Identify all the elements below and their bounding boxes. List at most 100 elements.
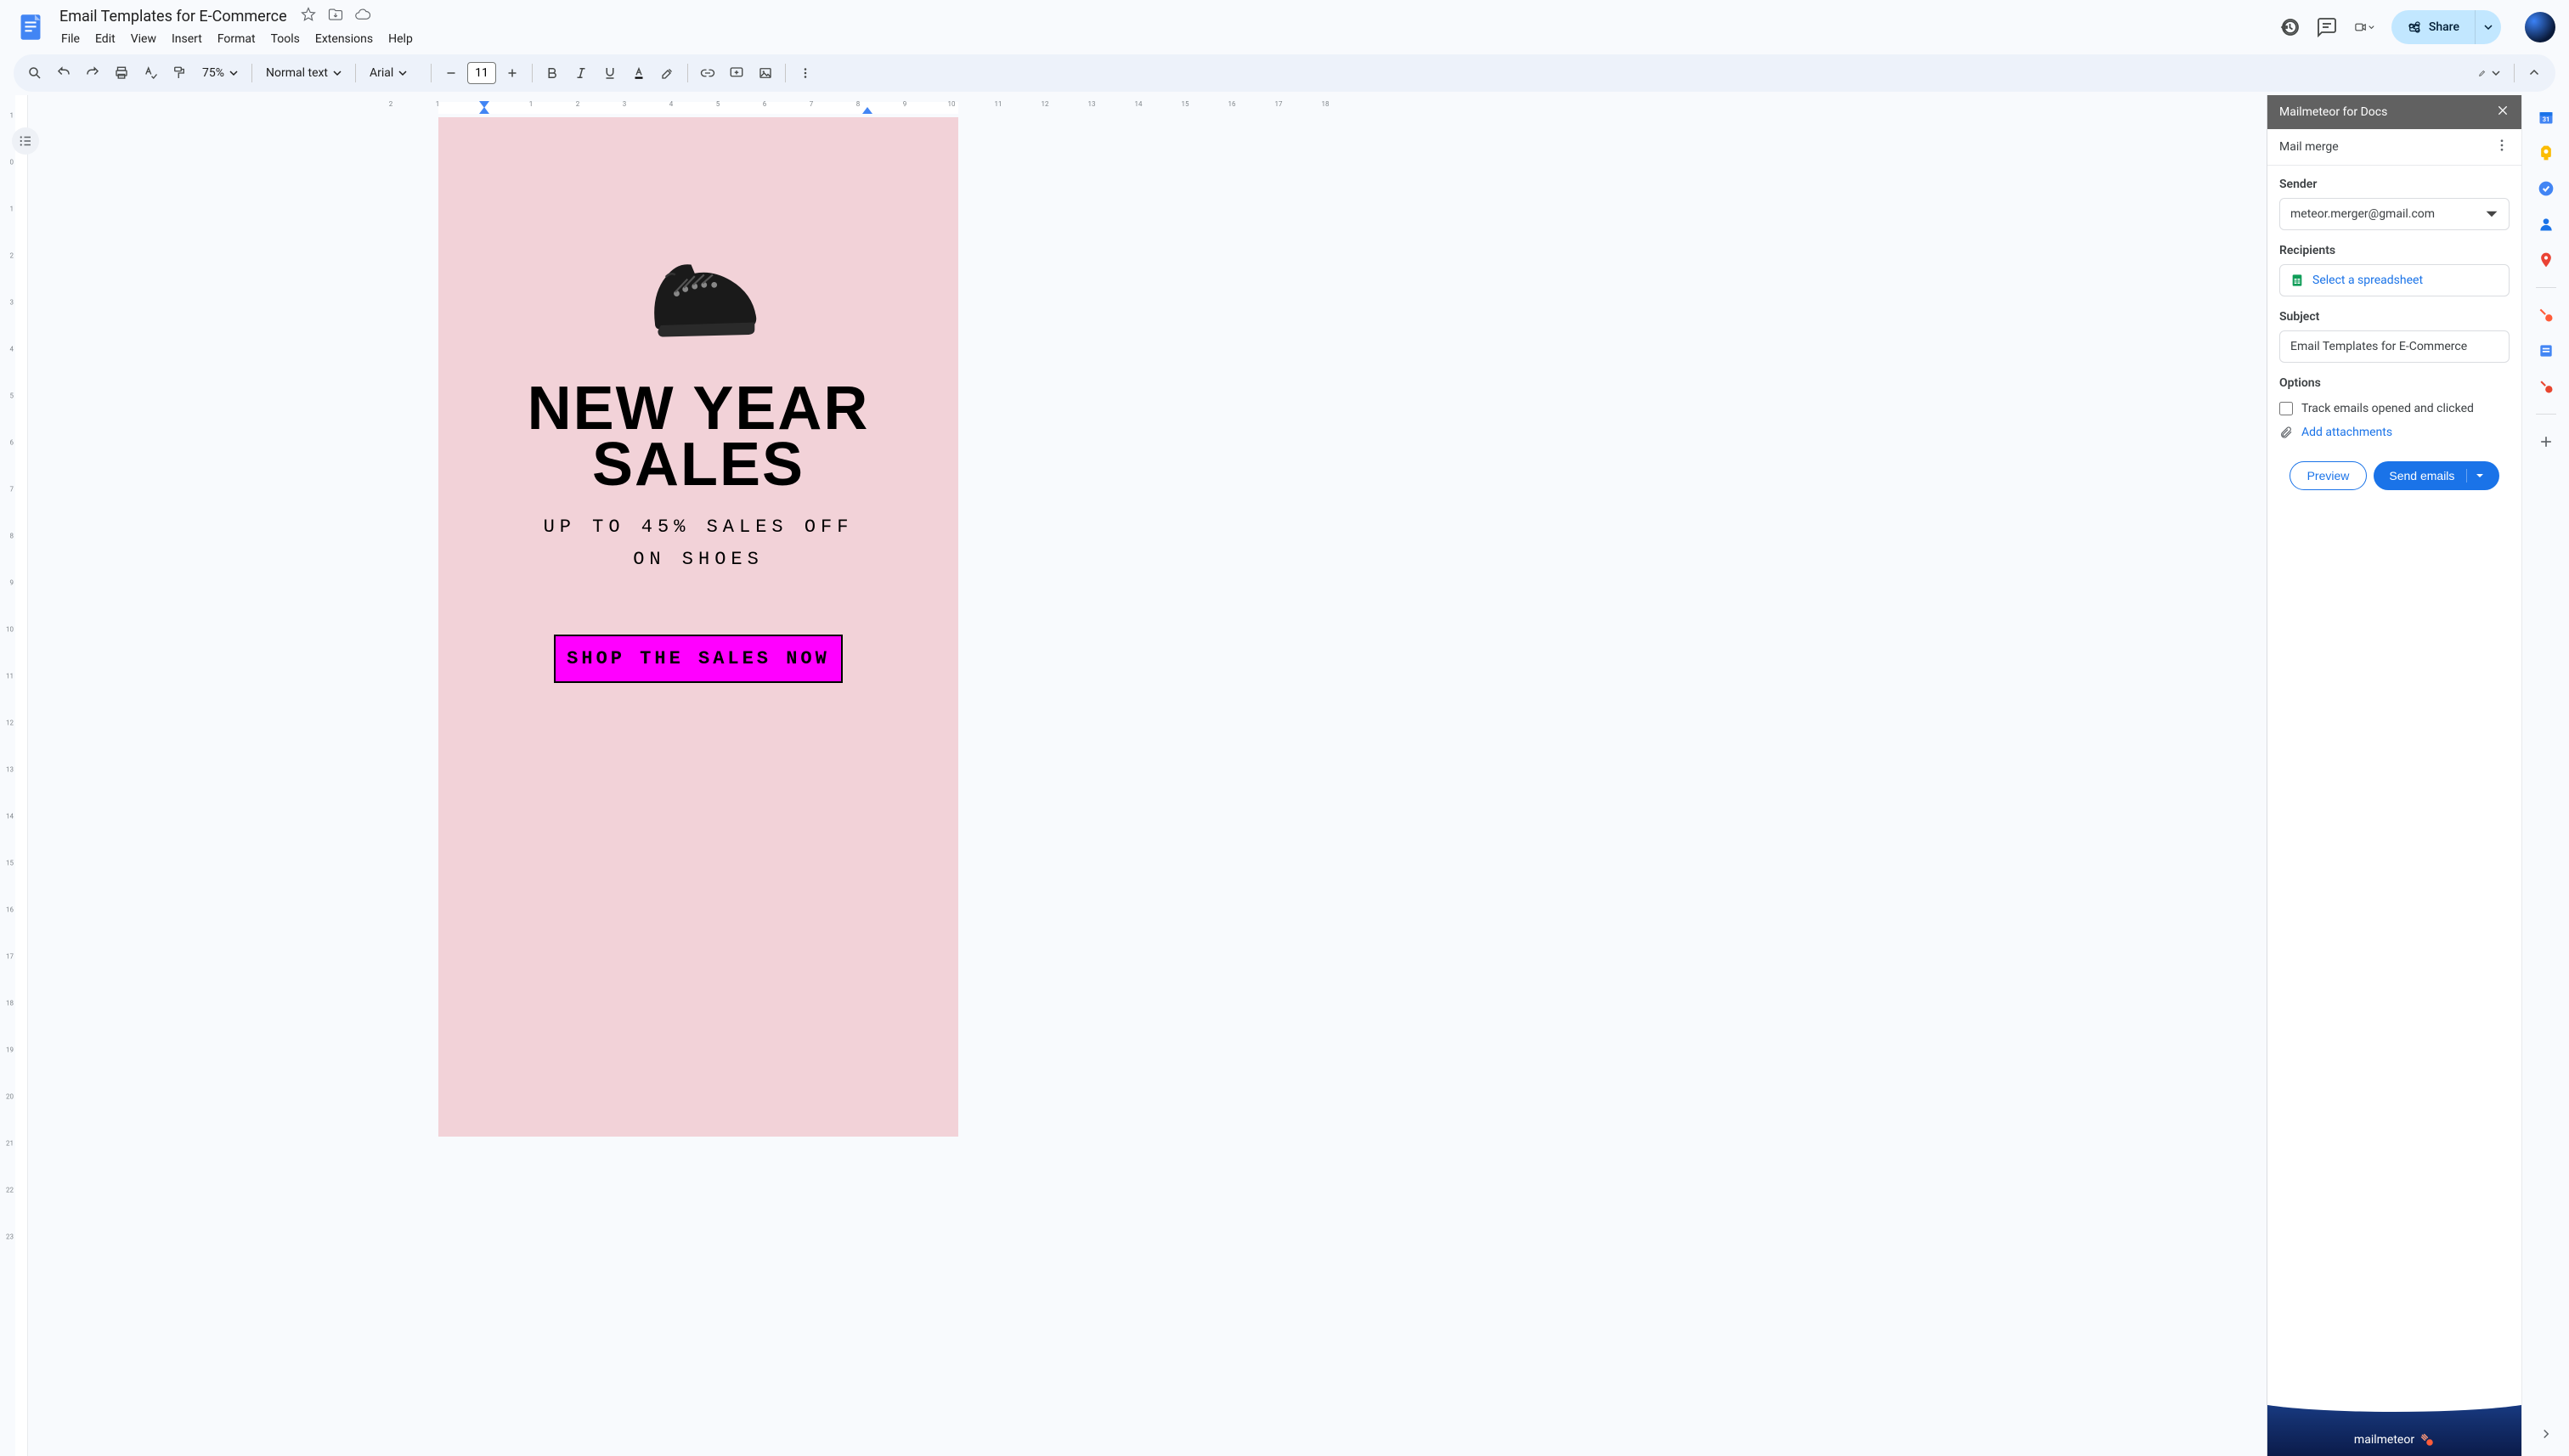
share-button-group: Share [2391, 10, 2501, 44]
contacts-icon[interactable] [2538, 216, 2555, 233]
editing-mode[interactable] [2471, 65, 2507, 81]
share-dropdown[interactable] [2475, 10, 2501, 44]
zoom-value: 75% [202, 66, 224, 80]
addon-footer: mailmeteor [2267, 1397, 2521, 1456]
menu-help[interactable]: Help [381, 29, 420, 49]
font-increase-icon[interactable] [500, 60, 525, 86]
move-icon[interactable] [328, 7, 343, 25]
hide-side-panel-icon[interactable] [2534, 1422, 2558, 1446]
send-dropdown-icon[interactable] [2466, 469, 2484, 483]
cta-button[interactable]: SHOP THE SALES NOW [554, 635, 843, 683]
style-value: Normal text [266, 66, 328, 80]
get-addons-icon[interactable] [2538, 433, 2555, 450]
maps-icon[interactable] [2538, 251, 2555, 268]
recipients-label: Recipients [2279, 244, 2510, 257]
account-avatar[interactable] [2525, 12, 2555, 42]
spellcheck-icon[interactable] [138, 60, 163, 86]
share-label: Share [2429, 20, 2459, 34]
highlight-color-icon[interactable] [655, 60, 680, 86]
svg-text:31: 31 [2542, 116, 2549, 123]
more-vert-icon[interactable] [2494, 138, 2510, 156]
horizontal-ruler[interactable]: 210123456789101112131415161718 [31, 95, 2267, 112]
document-title[interactable]: Email Templates for E-Commerce [54, 6, 292, 27]
menu-tools[interactable]: Tools [264, 29, 307, 49]
sender-select[interactable]: meteor.merger@gmail.com [2279, 198, 2510, 230]
more-icon[interactable] [793, 60, 818, 86]
addon-sidebar: Mailmeteor for Docs Mail merge Sender me… [2267, 95, 2521, 1456]
star-icon[interactable] [301, 7, 316, 25]
subject-value: Email Templates for E-Commerce [2290, 340, 2467, 353]
calendar-icon[interactable]: 31 [2538, 109, 2555, 126]
undo-icon[interactable] [51, 60, 76, 86]
addon-header: Mailmeteor for Docs [2267, 95, 2521, 129]
menu-edit[interactable]: Edit [88, 29, 122, 49]
subline-2[interactable]: ON SHOES [489, 544, 907, 575]
font-decrease-icon[interactable] [438, 60, 464, 86]
menu-insert[interactable]: Insert [165, 29, 209, 49]
track-label: Track emails opened and clicked [2301, 402, 2474, 415]
history-icon[interactable] [2279, 17, 2300, 37]
menu-extensions[interactable]: Extensions [308, 29, 380, 49]
text-color-icon[interactable] [626, 60, 652, 86]
menu-file[interactable]: File [54, 29, 87, 49]
print-icon[interactable] [109, 60, 134, 86]
subject-input[interactable]: Email Templates for E-Commerce [2279, 330, 2510, 363]
headline-1[interactable]: NEW YEAR [489, 381, 907, 437]
insert-image-icon[interactable] [753, 60, 778, 86]
options-label: Options [2279, 376, 2510, 390]
document-page[interactable]: NEW YEAR SALES UP TO 45% SALES OFF ON SH… [438, 117, 958, 1137]
headline-2[interactable]: SALES [489, 437, 907, 493]
sender-label: Sender [2279, 178, 2510, 191]
preview-button[interactable]: Preview [2290, 461, 2368, 490]
font-size-input[interactable]: 11 [467, 62, 496, 84]
track-checkbox[interactable] [2279, 402, 2293, 415]
docs-logo-icon[interactable] [14, 10, 48, 44]
addon-icon-2[interactable] [2538, 342, 2555, 359]
tasks-icon[interactable] [2538, 180, 2555, 197]
comments-icon[interactable] [2317, 17, 2337, 37]
addon-icon-1[interactable] [2538, 307, 2555, 324]
redo-icon[interactable] [80, 60, 105, 86]
font-select[interactable]: Arial [363, 63, 424, 83]
outline-toggle-icon[interactable] [12, 127, 39, 155]
sheets-icon [2290, 274, 2304, 287]
subline-1[interactable]: UP TO 45% SALES OFF [489, 511, 907, 543]
close-icon[interactable] [2496, 104, 2510, 121]
select-spreadsheet-label: Select a spreadsheet [2312, 274, 2423, 287]
collapse-toolbar-icon[interactable] [2521, 60, 2547, 86]
shoe-image[interactable] [626, 236, 771, 347]
select-spreadsheet-button[interactable]: Select a spreadsheet [2279, 264, 2510, 296]
meteor-icon [2419, 1432, 2435, 1448]
add-comment-icon[interactable] [724, 60, 749, 86]
main-area: 101234567891011121314151617181920212223 … [0, 95, 2569, 1456]
keep-icon[interactable] [2538, 144, 2555, 161]
vertical-ruler[interactable]: 101234567891011121314151617181920212223 [0, 95, 31, 1456]
add-attachments-link[interactable]: Add attachments [2301, 426, 2392, 439]
toolbar: 75% Normal text Arial 11 [14, 54, 2555, 92]
footer-brand: mailmeteor [2354, 1433, 2414, 1447]
addon-subtitle: Mail merge [2279, 140, 2339, 154]
meet-icon[interactable] [2354, 17, 2374, 37]
send-emails-button[interactable]: Send emails [2374, 461, 2499, 490]
addon-title: Mailmeteor for Docs [2279, 105, 2387, 119]
underline-icon[interactable] [597, 60, 623, 86]
menu-format[interactable]: Format [211, 29, 263, 49]
addon-icon-3[interactable] [2538, 378, 2555, 395]
cloud-status-icon[interactable] [355, 7, 370, 25]
search-icon[interactable] [22, 60, 48, 86]
font-value: Arial [370, 66, 393, 80]
menu-view[interactable]: View [124, 29, 163, 49]
send-label: Send emails [2389, 469, 2454, 483]
paragraph-style-select[interactable]: Normal text [259, 63, 348, 83]
insert-link-icon[interactable] [695, 60, 720, 86]
zoom-select[interactable]: 75% [195, 63, 245, 83]
italic-icon[interactable] [568, 60, 594, 86]
attachment-icon [2279, 426, 2293, 439]
side-panel-rail: 31 [2521, 95, 2569, 1456]
paint-format-icon[interactable] [167, 60, 192, 86]
app-header: Email Templates for E-Commerce File Edit… [0, 0, 2569, 54]
sender-value: meteor.merger@gmail.com [2290, 207, 2435, 221]
document-scroll[interactable]: 210123456789101112131415161718 [31, 95, 2267, 1456]
bold-icon[interactable] [539, 60, 565, 86]
share-button[interactable]: Share [2391, 10, 2475, 44]
